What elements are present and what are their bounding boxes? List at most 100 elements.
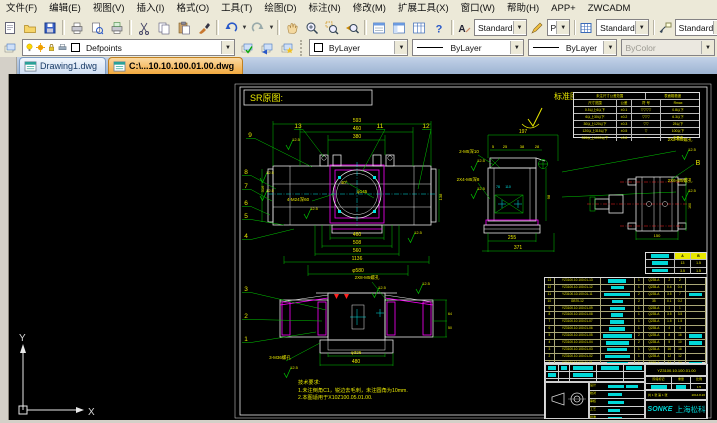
plot-button[interactable]: [107, 18, 127, 37]
sheet-count: 共 1 张 第 1 张: [646, 393, 668, 397]
menu-item-13[interactable]: ZWCADM: [582, 1, 637, 17]
open-icon: [23, 21, 37, 35]
technical-notes: 技术要求:1.未注倒角C1，锐边去毛刺，未注圆角为10mm.2.本图适用于X10…: [298, 380, 478, 403]
zoom-realtime-button[interactable]: [302, 18, 322, 37]
dim-text: φ580: [352, 268, 364, 274]
zoom-window-button[interactable]: [322, 18, 342, 37]
company-logo: SONKE: [648, 406, 673, 413]
open-button[interactable]: [20, 18, 40, 37]
menu-item-10[interactable]: 窗口(W): [455, 1, 501, 17]
dim-style-value: P: [548, 23, 557, 33]
mleader-style-button[interactable]: [657, 18, 673, 37]
dim-style-button[interactable]: [529, 18, 545, 37]
dropdown-caret[interactable]: ▼: [241, 25, 248, 31]
layer-combo[interactable]: Defpoints ▼: [22, 39, 235, 56]
menu-item-1[interactable]: 编辑(E): [43, 1, 87, 17]
ucs-y-label: Y: [19, 333, 26, 344]
dim-text: 38: [520, 144, 525, 149]
svg-text:A: A: [458, 24, 465, 35]
layer-states-button[interactable]: [277, 38, 297, 57]
drawing-canvas[interactable]: Y X: [0, 74, 717, 423]
dim-text: 12.5: [310, 206, 319, 211]
mleader-style-combo[interactable]: Standard▼: [675, 19, 717, 36]
redo-button[interactable]: [248, 18, 268, 37]
tool-palettes-icon: [412, 21, 426, 35]
linetype-combo[interactable]: ByLayer▼: [412, 39, 523, 56]
chevron-down-icon[interactable]: ▼: [513, 21, 526, 34]
bom-row-8: 8YZ3100.10.100.01-081Q235-A3.53.5: [545, 312, 706, 319]
menu-item-5[interactable]: 工具(T): [215, 1, 258, 17]
linetype-sample: [417, 47, 443, 48]
menu-item-8[interactable]: 修改(M): [347, 1, 392, 17]
menu-item-11[interactable]: 帮助(H): [501, 1, 545, 17]
freeze-sun-icon: [36, 42, 45, 53]
table-style-combo[interactable]: Standard▼: [596, 19, 649, 36]
balloon-11: 11: [377, 123, 384, 130]
title-block: 设计 校对 审核 工艺 批准 YZ3100.10.100.01.00 阶段标记 …: [544, 363, 707, 419]
note-line: 技术要求:: [298, 380, 478, 388]
table-style-value: Standard: [597, 23, 635, 33]
menu-item-12[interactable]: APP+: [545, 1, 582, 17]
chevron-down-icon[interactable]: ▼: [394, 41, 407, 54]
chevron-down-icon[interactable]: ▼: [556, 21, 569, 34]
text-style-combo[interactable]: Standard▼: [474, 19, 527, 36]
dim-text: 371: [514, 245, 523, 251]
chevron-down-icon[interactable]: ▼: [635, 21, 648, 34]
chevron-down-icon[interactable]: ▼: [510, 41, 523, 54]
bom-row-4: 4YZ3100.10.100.01-042Q235-A510: [545, 340, 706, 347]
dim-text: 12.5: [422, 281, 431, 286]
chevron-down-icon[interactable]: ▼: [603, 41, 616, 54]
table-style-button[interactable]: [578, 18, 594, 37]
menu-item-7[interactable]: 标注(N): [303, 1, 347, 17]
copy-button[interactable]: [154, 18, 174, 37]
bom-row-11: 11YZ3100.10.100.01-112Q235-A3.57: [545, 292, 706, 299]
dwg-file-icon: [24, 61, 37, 72]
document-tab-bar: Drawing1.dwg C:\...10.10.100.01.00.dwg: [0, 57, 717, 74]
new-button[interactable]: [0, 18, 20, 37]
dim-text: 12.5: [477, 158, 486, 163]
save-button[interactable]: [40, 18, 60, 37]
color-combo[interactable]: ByLayer▼: [309, 39, 409, 56]
dim-text: 480: [352, 359, 361, 365]
color-value: ByLayer: [326, 43, 395, 53]
note-line: 1.未注倒角C1，锐边去毛刺，未注圆角为10mm.: [298, 388, 478, 396]
bom-row-9: 9YZ3100.10.100.01-091Q235-A11: [545, 306, 706, 313]
menu-item-9[interactable]: 扩展工具(X): [392, 1, 455, 17]
help-button[interactable]: ?: [429, 18, 449, 37]
cut-button[interactable]: [134, 18, 154, 37]
dim-style-combo[interactable]: P▼: [547, 19, 571, 36]
tool-palettes-button[interactable]: [409, 18, 429, 37]
dim-text: 460: [353, 126, 362, 132]
layer-manager-button[interactable]: [0, 38, 20, 57]
set-layer-current-button[interactable]: [237, 38, 257, 57]
menu-item-2[interactable]: 视图(V): [87, 1, 131, 17]
plotstyle-combo: ByColor▼: [621, 39, 715, 56]
dim-text: 508: [353, 240, 362, 246]
document-tab-0[interactable]: Drawing1.dwg: [19, 57, 106, 74]
layer-previous-button[interactable]: [257, 38, 277, 57]
dropdown-caret[interactable]: ▼: [268, 25, 275, 31]
text-style-button[interactable]: A: [456, 18, 472, 37]
plot-icon: [110, 21, 124, 35]
paste-button[interactable]: [174, 18, 194, 37]
preview-button[interactable]: [87, 18, 107, 37]
menu-item-4[interactable]: 格式(O): [170, 1, 215, 17]
chevron-down-icon[interactable]: ▼: [713, 21, 717, 34]
bom-row-12: 12YZ3100.10.100.01-121Q235-A0.40.4: [545, 285, 706, 292]
match-props-button[interactable]: [194, 18, 214, 37]
properties-palette-button[interactable]: [369, 18, 389, 37]
bom-row-7: 7YZ3100.10.100.01-071Q235-A1.51.5: [545, 319, 706, 326]
menu-item-3[interactable]: 插入(I): [130, 1, 170, 17]
lineweight-combo[interactable]: ByLayer▼: [528, 39, 618, 56]
zwcad-window: 文件(F)编辑(E)视图(V)插入(I)格式(O)工具(T)绘图(D)标注(N)…: [0, 0, 717, 423]
zoom-previous-button[interactable]: [342, 18, 362, 37]
menu-item-0[interactable]: 文件(F): [0, 1, 43, 17]
chevron-down-icon[interactable]: ▼: [221, 41, 234, 54]
tab-label: C:\...10.10.100.01.00.dwg: [129, 61, 234, 71]
menu-item-6[interactable]: 绘图(D): [258, 1, 302, 17]
print-button[interactable]: [67, 18, 87, 37]
design-center-button[interactable]: [389, 18, 409, 37]
document-tab-1[interactable]: C:\...10.10.100.01.00.dwg: [108, 57, 243, 74]
undo-button[interactable]: [221, 18, 241, 37]
pan-button[interactable]: [282, 18, 302, 37]
